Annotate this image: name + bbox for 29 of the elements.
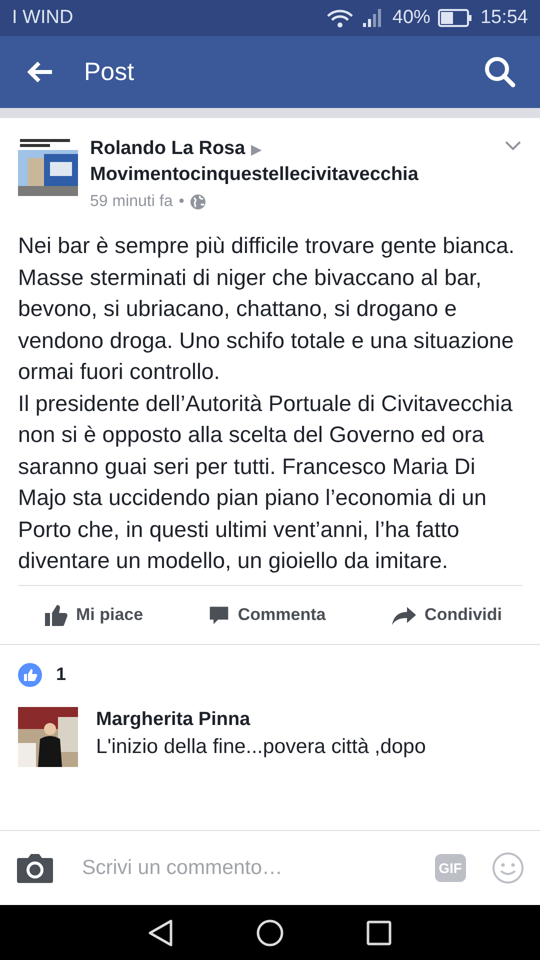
page-name[interactable]: Movimentocinquestellecivitavecchia	[90, 162, 418, 188]
post-text: Il presidente dell’Autorità Portuale di Civitavecchia non si è opposto alla scelta del Governo ed ora saranno guai seri per tutti. Francesco Maria Di Majo sta uccidendo pian piano l’economia di un Porto che, in questi ultimi vent’anni, l’ha fatto diventare un modello, un gioiello da imitare.	[18, 390, 514, 575]
author-name[interactable]: Rolando La Rosa	[90, 136, 246, 162]
clock-time: 15:54	[480, 7, 528, 29]
like-reaction-icon	[18, 662, 42, 686]
carrier-name: I WIND	[12, 7, 74, 29]
like-button[interactable]: Mi piace	[40, 598, 148, 630]
chevron-down-icon[interactable]	[504, 140, 522, 152]
search-icon[interactable]	[484, 56, 516, 88]
wifi-icon	[326, 8, 354, 28]
thumbs-up-icon	[44, 602, 68, 626]
back-arrow-icon[interactable]	[26, 60, 54, 84]
comment-button[interactable]: Commenta	[204, 600, 330, 630]
post-time: 59 minuti fa	[90, 192, 173, 212]
comment-text: L'inizio della fine...povera città ,dopo	[96, 734, 426, 760]
camera-icon[interactable]	[16, 852, 54, 884]
battery-percent: 40%	[392, 7, 430, 29]
share-button[interactable]: Condividi	[386, 600, 506, 630]
home-circle-icon[interactable]	[256, 918, 284, 946]
arrow-glyph: ▶	[251, 141, 262, 157]
commenter-name[interactable]: Margherita Pinna	[96, 706, 426, 732]
like-count[interactable]: 1	[56, 664, 66, 685]
page-title: Post	[84, 58, 136, 86]
back-triangle-icon[interactable]	[148, 918, 174, 946]
battery-icon	[438, 9, 472, 27]
recents-square-icon[interactable]	[366, 920, 392, 946]
globe-icon	[190, 194, 206, 210]
post-text: Nei bar è sempre più difficile trovare gente bianca. Masse sterminati di niger che bivaccano al bar, bevono, si ubriacano, chattano, si drogano e vendono droga. Uno schifo totale e una situazione ormai fuori controllo.	[18, 232, 516, 386]
separator-dot: •	[178, 192, 184, 212]
